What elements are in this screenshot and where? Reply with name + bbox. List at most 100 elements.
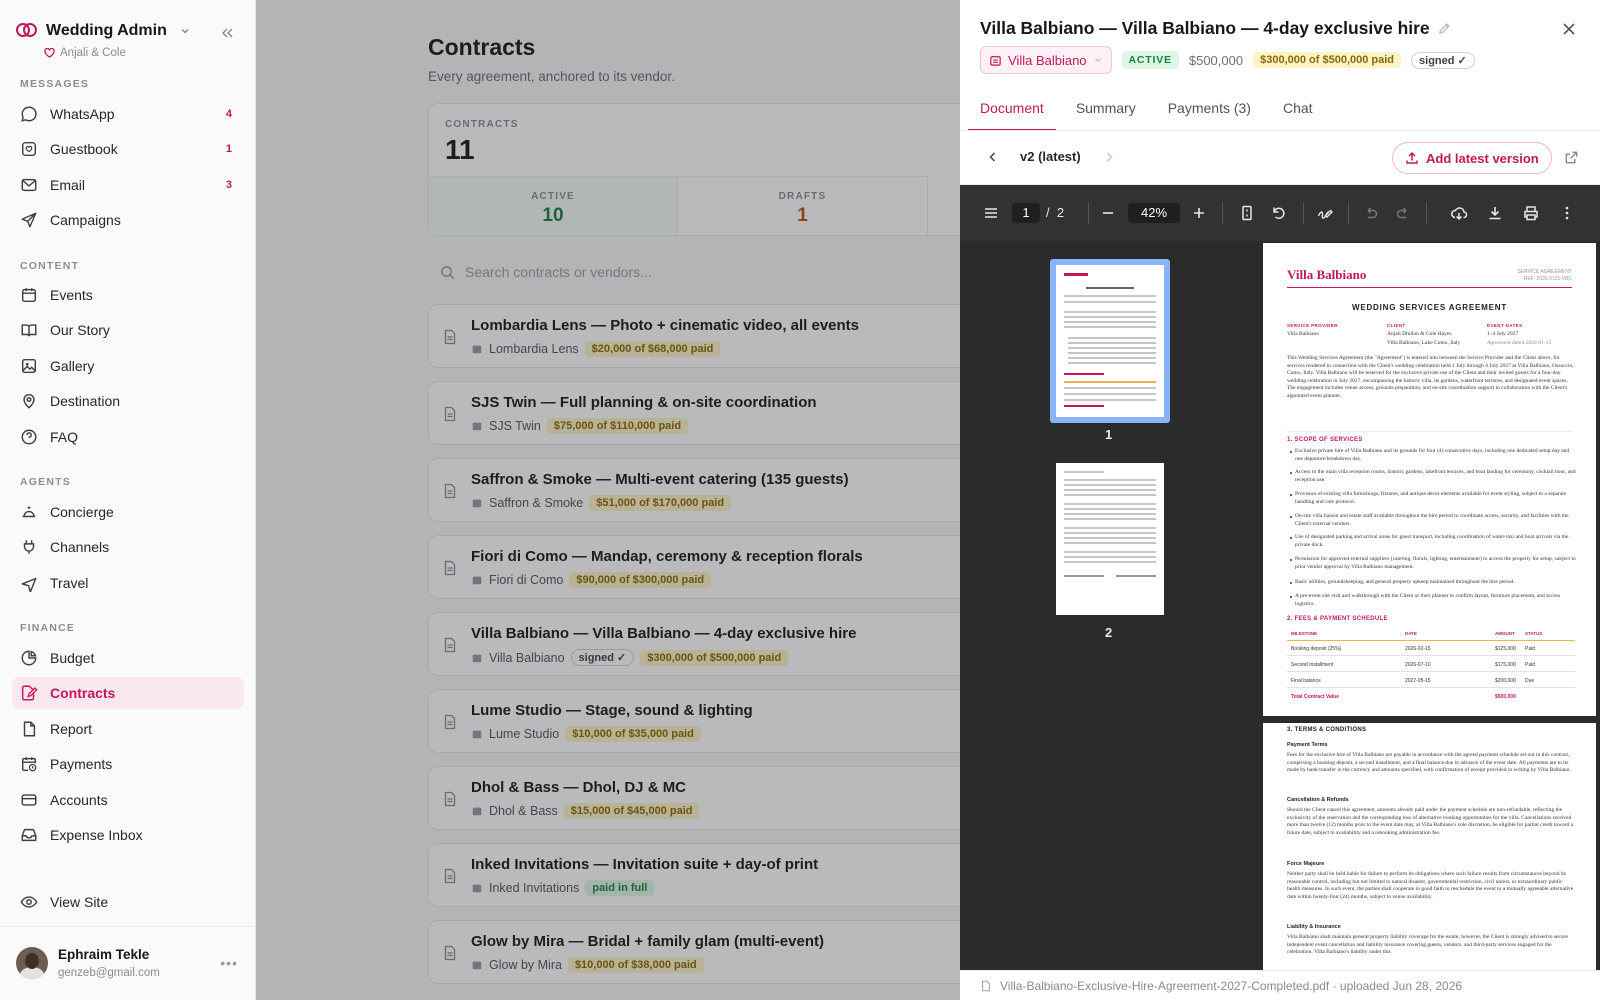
sidebar-item-label: Email xyxy=(50,177,86,193)
bullet-dot xyxy=(1290,582,1292,584)
help-circle-icon xyxy=(21,429,37,445)
fit-page-icon[interactable] xyxy=(1238,204,1256,222)
agreement-date: Agreement dated 2026-01-15 xyxy=(1487,340,1552,346)
workspace-switcher[interactable]: Wedding Admin xyxy=(16,22,191,40)
collapse-sidebar-icon[interactable] xyxy=(220,26,234,40)
sidebar-item-label: Destination xyxy=(50,393,121,409)
unread-count-badge: 1 xyxy=(225,143,232,155)
download-icon[interactable] xyxy=(1486,204,1504,222)
workspace-name: Wedding Admin xyxy=(46,22,167,39)
annotate-icon[interactable] xyxy=(1316,204,1334,222)
pdf-page-2: 3. TERMS & CONDITIONS Payment Terms Fees… xyxy=(1263,723,1596,970)
sidebar-item-payments[interactable]: Payments xyxy=(12,748,244,780)
sidebar-item-label: Payments xyxy=(50,756,113,772)
bullet-dot xyxy=(1290,516,1292,518)
page-thumbnail-1[interactable] xyxy=(1056,265,1164,417)
sidebar-item-our-story[interactable]: Our Story xyxy=(12,314,244,346)
user-profile[interactable]: Ephraim Tekle genzeb@gmail.com ••• xyxy=(0,926,256,1000)
edit-pencil-icon[interactable] xyxy=(1438,22,1451,35)
toolbar-divider xyxy=(1426,202,1427,224)
sidebar-item-contracts[interactable]: Contracts xyxy=(12,677,244,709)
redo-icon[interactable] xyxy=(1394,204,1412,222)
more-vertical-icon[interactable] xyxy=(1558,204,1576,222)
zoom-in-icon[interactable] xyxy=(1190,204,1208,222)
view-site-link[interactable]: View Site xyxy=(12,886,244,918)
sidebar-item-concierge[interactable]: Concierge xyxy=(12,496,244,528)
avatar xyxy=(16,947,48,979)
sidebar-item-channels[interactable]: Channels xyxy=(12,531,244,563)
undo-icon[interactable] xyxy=(1362,204,1380,222)
tab-summary[interactable]: Summary xyxy=(1076,94,1136,130)
table-row: Booking deposit (25%) 2026-02-15 $125,000 P… xyxy=(1287,642,1575,656)
sidebar-item-label: Campaigns xyxy=(50,212,121,228)
sidebar-item-gallery[interactable]: Gallery xyxy=(12,350,244,382)
previous-version-icon[interactable] xyxy=(986,150,1000,164)
sidebar-item-label: Events xyxy=(50,287,93,303)
client-place: Villa Balbiano, Lake Como, Italy xyxy=(1387,340,1461,346)
print-icon[interactable] xyxy=(1522,204,1540,222)
sidebar-item-guestbook[interactable]: Guestbook 1 xyxy=(12,133,244,165)
more-options-icon[interactable]: ••• xyxy=(220,955,238,971)
scope-bullet: Use of designated parking and arrival ar… xyxy=(1295,534,1569,548)
page-count: / 2 xyxy=(1046,205,1065,220)
heart-icon xyxy=(44,48,55,58)
version-label: v2 (latest) xyxy=(1020,149,1081,164)
header-rule xyxy=(1287,287,1572,288)
sidebar-item-label: WhatsApp xyxy=(50,106,115,122)
dates-value: 1–4 July 2027 xyxy=(1487,331,1519,337)
section-agents: AGENTS xyxy=(20,476,71,488)
sidebar-item-whatsapp[interactable]: WhatsApp 4 xyxy=(12,98,244,130)
payment-schedule-table: MILESTONE DATE AMOUNT STATUS Booking deposi… xyxy=(1287,627,1575,705)
next-version-icon[interactable] xyxy=(1102,150,1116,164)
sidebar-item-faq[interactable]: FAQ xyxy=(12,421,244,453)
scope-bullet: Exclusive private hire of Villa Balbiano… xyxy=(1295,448,1570,462)
pdf-viewer: 1 / 2 42% 1 2 Villa Balbiano SERVICE AGR… xyxy=(960,185,1600,970)
page-number-input[interactable]: 1 xyxy=(1012,203,1040,223)
open-external-icon[interactable] xyxy=(1564,150,1579,165)
toolbar-divider xyxy=(1088,202,1089,224)
page-thumbnail-2[interactable] xyxy=(1056,463,1164,615)
chevron-down-icon xyxy=(1094,58,1101,63)
vendor-select[interactable]: Villa Balbiano xyxy=(980,46,1112,74)
sidebar-item-events[interactable]: Events xyxy=(12,279,244,311)
toolbar-divider xyxy=(1222,202,1223,224)
sidebar-item-destination[interactable]: Destination xyxy=(12,385,244,417)
rotate-icon[interactable] xyxy=(1270,204,1288,222)
file-name: Villa-Balbiano-Exclusive-Hire-Agreement-… xyxy=(1000,978,1463,993)
scope-bullet: Provision of existing villa furnishings,… xyxy=(1295,491,1567,505)
sidebar-item-label: Report xyxy=(50,721,93,737)
sidebar-item-label: Contracts xyxy=(50,685,116,701)
sidebar-item-accounts[interactable]: Accounts xyxy=(12,784,244,816)
sidebar-item-expense-inbox[interactable]: Expense Inbox xyxy=(12,819,244,851)
sidebar-item-budget[interactable]: Budget xyxy=(12,642,244,674)
concierge-bell-icon xyxy=(22,506,36,518)
upload-icon xyxy=(1406,151,1418,164)
thumbnail-label-2: 2 xyxy=(1105,625,1113,640)
sidebar-item-label: Expense Inbox xyxy=(50,827,143,843)
sidebar-item-travel[interactable]: Travel xyxy=(12,567,244,599)
pdf-toolbar: 1 / 2 42% xyxy=(960,185,1600,241)
scope-bullet: On-site villa liaison and estate staff a… xyxy=(1295,513,1569,527)
section-3-heading: 3. TERMS & CONDITIONS xyxy=(1287,727,1367,733)
chat-bubble-icon xyxy=(21,106,37,122)
vendor-building-icon xyxy=(990,55,1001,66)
zoom-out-icon[interactable] xyxy=(1099,204,1117,222)
tab-payments[interactable]: Payments (3) xyxy=(1168,94,1251,130)
close-icon[interactable] xyxy=(1560,20,1578,38)
sidebar-item-report[interactable]: Report xyxy=(12,713,244,745)
liability-text: Villa Balbiano shall maintain general pr… xyxy=(1287,934,1568,956)
zoom-level-input[interactable]: 42% xyxy=(1128,203,1180,223)
tab-document[interactable]: Document xyxy=(968,94,1056,131)
add-latest-version-button[interactable]: Add latest version xyxy=(1392,142,1552,174)
calendar-icon xyxy=(21,288,37,303)
calendar-clock-icon xyxy=(21,757,37,772)
sidebar-toggle-icon[interactable] xyxy=(982,204,1000,222)
file-icon xyxy=(982,980,990,991)
drawer-tabs: Document Summary Payments (3) Chat xyxy=(968,94,1345,131)
tab-chat[interactable]: Chat xyxy=(1283,94,1313,130)
save-to-drive-icon[interactable] xyxy=(1450,204,1468,222)
sidebar-item-email[interactable]: Email 3 xyxy=(12,169,244,201)
cancellation-heading: Cancellation & Refunds xyxy=(1287,797,1349,803)
sidebar-item-campaigns[interactable]: Campaigns xyxy=(12,204,244,236)
sidebar-item-label: Guestbook xyxy=(50,141,118,157)
